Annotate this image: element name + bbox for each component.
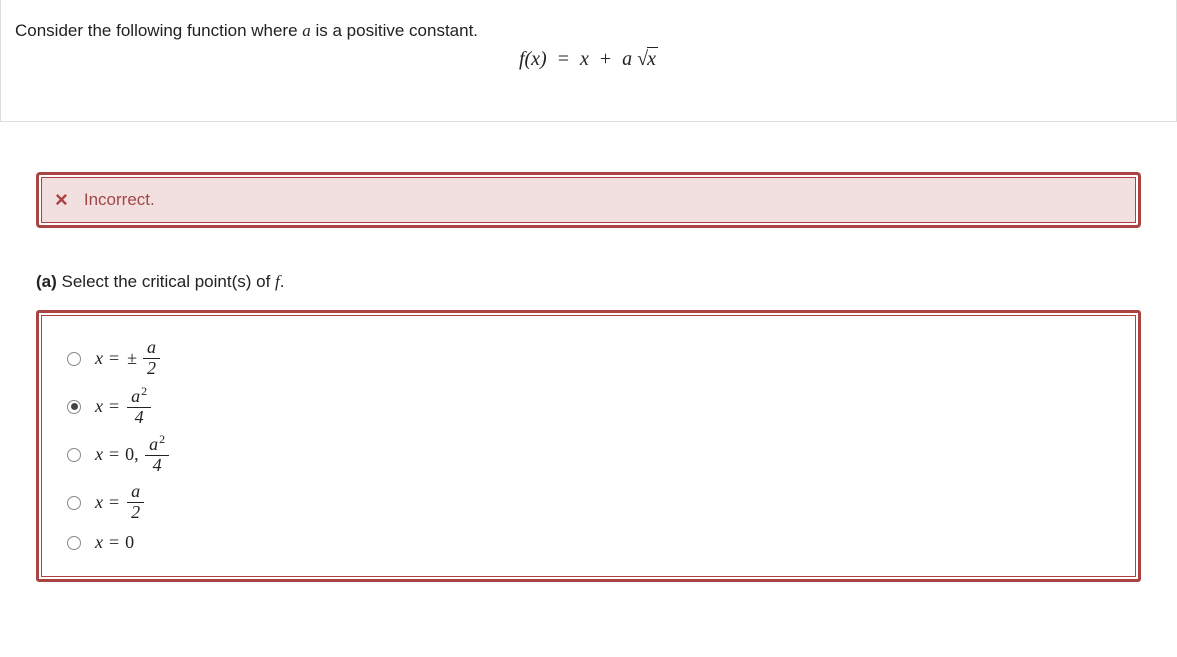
option-5[interactable]: x=0	[67, 529, 1110, 557]
opt4-den: 2	[127, 503, 144, 523]
part-text-suffix: .	[280, 272, 285, 291]
sqrt-radicand: x	[647, 47, 658, 70]
feedback-incorrect: × Incorrect.	[36, 172, 1141, 228]
opt4-num: a	[127, 482, 144, 503]
x-icon: ×	[55, 189, 68, 211]
part-text-prefix: Select the critical point(s) of	[57, 272, 275, 291]
opt2-num: a	[131, 386, 140, 406]
option-3-math: x=0, a24	[95, 433, 171, 476]
question-formula: f(x) = x + a x	[15, 48, 1162, 71]
radio-3[interactable]	[67, 448, 81, 462]
radio-2[interactable]	[67, 400, 81, 414]
plus-sign: +	[600, 48, 611, 70]
radio-1[interactable]	[67, 352, 81, 366]
option-5-math: x=0	[95, 532, 134, 553]
feedback-text: Incorrect.	[84, 190, 155, 210]
opt3-num: a	[149, 434, 158, 454]
opt1-den: 2	[143, 359, 160, 379]
formula-coef: a	[622, 48, 632, 70]
question-header: Consider the following function where a …	[0, 0, 1177, 122]
option-1-math: x=± a2	[95, 338, 162, 379]
option-2-math: x= a24	[95, 385, 153, 428]
opt3-den: 4	[149, 456, 166, 476]
formula-x: x	[580, 48, 589, 70]
option-4-math: x= a2	[95, 482, 146, 523]
prompt-var: a	[302, 21, 311, 40]
option-3[interactable]: x=0, a24	[67, 433, 1110, 477]
radio-5[interactable]	[67, 536, 81, 550]
sqrt-icon: x	[637, 48, 658, 71]
part-letter: (a)	[36, 272, 57, 291]
equals-sign: =	[558, 48, 569, 70]
formula-lhs: f(x)	[519, 48, 547, 70]
opt2-sup: 2	[141, 384, 147, 398]
radio-4[interactable]	[67, 496, 81, 510]
option-4[interactable]: x= a2	[67, 481, 1110, 525]
options-container: x=± a2 x= a24 x=0, a24 x= a2 x=0	[36, 310, 1141, 582]
opt2-den: 4	[131, 408, 148, 428]
prompt-suffix: is a positive constant.	[311, 21, 478, 40]
opt1-num: a	[143, 338, 160, 359]
question-prompt: Consider the following function where a …	[15, 18, 1162, 44]
option-2[interactable]: x= a24	[67, 385, 1110, 429]
part-a-label: (a) Select the critical point(s) of f.	[36, 272, 1141, 292]
opt3-sup: 2	[159, 432, 165, 446]
option-1[interactable]: x=± a2	[67, 337, 1110, 381]
prompt-prefix: Consider the following function where	[15, 21, 302, 40]
